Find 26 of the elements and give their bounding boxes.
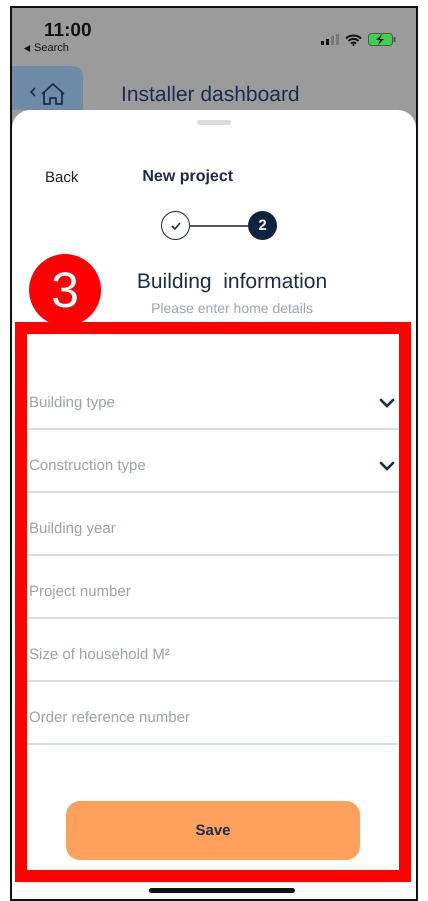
input-field[interactable]: Order reference number [29,709,395,726]
status-time: 11:00 [43,20,92,42]
battery-charging-icon [368,33,396,46]
chevron-down-icon [379,460,395,470]
home-button[interactable] [12,66,83,110]
signal-icon [321,34,339,45]
step-done-icon [161,211,190,240]
input-field[interactable]: Building year [29,520,395,537]
input-field[interactable]: Project number [29,583,395,600]
chevron-down-icon [379,398,395,408]
step-number: 2 [248,211,277,240]
input-field[interactable]: Size of household M² [29,646,395,663]
back-link[interactable]: Back [45,168,78,186]
sheet-handle[interactable] [197,120,231,125]
save-button[interactable]: Save [66,801,360,860]
home-icon [28,82,66,106]
triangle-left-icon [24,44,31,52]
back-to-app-link[interactable]: Search [24,42,69,54]
section-title: Building information [136,270,328,294]
step-connector [190,224,248,226]
page-title: Installer dashboard [121,82,300,107]
section-subtitle: Please enter home details [151,300,313,316]
dropdown-field[interactable]: Construction type [29,457,379,474]
dropdown-field[interactable]: Building type [29,394,379,411]
sheet-title: New project [142,168,234,186]
wifi-icon [345,34,362,46]
